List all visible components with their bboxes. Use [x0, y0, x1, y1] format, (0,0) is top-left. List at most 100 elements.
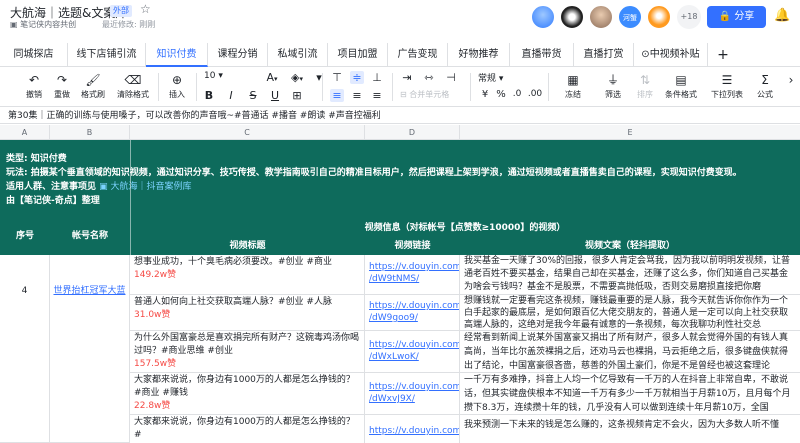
video-title: 想事业成功，十个臭毛病必须要改。#创业 #商业 — [134, 257, 332, 267]
video-link[interactable]: https://v.douyin.com — [369, 300, 459, 312]
star-icon[interactable]: ☆ — [140, 2, 151, 16]
format-brush-button[interactable]: 🖌 格式刷 — [76, 73, 110, 100]
case-library-link[interactable]: ▣ 大航海｜抖音案例库 — [99, 182, 191, 192]
align-center-icon[interactable]: ≡ — [350, 89, 364, 102]
tab-1[interactable]: 同城探店 — [0, 43, 68, 67]
avatar[interactable] — [531, 5, 555, 29]
video-link-cell[interactable]: https://v.douyin.com/dW9tNMS/ — [365, 255, 460, 295]
number-format-select[interactable]: 常规 ▾ — [478, 71, 518, 84]
video-title-cell[interactable]: 想事业成功，十个臭毛病必须要改。#创业 #商业 149.2w赞 — [130, 255, 365, 295]
video-copy-cell[interactable]: 我买基金一天赚了30%的回报，很多人肯定会骂我，因为我以前明明发视频，让普通老百… — [460, 255, 800, 295]
dropdown-list-button[interactable]: ☰ 下拉列表 — [708, 73, 746, 100]
tab-11[interactable]: ⊙中视频补贴 — [634, 43, 708, 67]
border-button[interactable]: ⊞ — [288, 89, 306, 102]
decimal-decrease-icon[interactable]: .0 — [510, 89, 524, 99]
video-title-cell[interactable]: 普通人如何向上社交获取高端人脉？#创业 #人脉 31.0w赞 — [130, 295, 365, 331]
align-right-icon[interactable]: ≡ — [370, 89, 384, 102]
video-title-cell[interactable]: 大家都来说说，你身边有1000万的人都是怎么挣钱的？#商业 #赚钱 22.8w赞 — [130, 373, 365, 415]
bell-icon[interactable]: 🔔 — [774, 8, 790, 23]
video-copy-cell[interactable]: 经常看到新闻上说某外国富豪又捐出了所有财产，很多人就会觉得外国的有钱人真高尚，当… — [460, 331, 800, 373]
overflow-icon[interactable]: ⇿ — [422, 71, 436, 84]
redo-button[interactable]: ↷ 重做 — [48, 73, 76, 100]
add-sheet-button[interactable]: + — [708, 43, 738, 67]
merge-icon: ⊟ — [400, 90, 410, 99]
type-line: 类型: 知识付费 — [6, 154, 67, 164]
last-edited: 最近修改: 刚刚 — [102, 20, 156, 29]
font-size-select[interactable]: 10 ▾ — [204, 71, 244, 81]
account-name-cell[interactable]: 世界抬杠冠军大蓝 — [50, 255, 130, 443]
formula-button[interactable]: Σ 公式 — [752, 73, 778, 100]
bold-button[interactable]: B — [204, 89, 214, 102]
font-size-value: 10 — [204, 71, 216, 81]
column-header-d[interactable]: D — [365, 125, 460, 140]
account-name-link[interactable]: 世界抬杠冠军大蓝 — [53, 286, 125, 296]
wrap-icon[interactable]: ⇥ — [400, 71, 414, 84]
cond-format-label: 条件格式 — [665, 90, 697, 99]
video-title-cell[interactable]: 为什么外国富豪总是喜欢捐完所有财产？这碗毒鸡汤你喝过吗？#商业思维 #创业 157… — [130, 331, 365, 373]
video-link[interactable]: https://v.douyin.com — [369, 425, 459, 437]
tab-6[interactable]: 项目加盟 — [328, 43, 388, 67]
video-link-cell[interactable]: https://v.douyin.com/dWxLwoK/ — [365, 331, 460, 373]
tab-5[interactable]: 私域引流 — [268, 43, 328, 67]
video-link[interactable]: https://v.douyin.com — [369, 261, 459, 273]
tab-2[interactable]: 线下店铺引流 — [68, 43, 146, 67]
formula-bar[interactable]: 第30集｜正确的训练与使用嗓子，可以改善你的声音哦~#普通话 #播音 #朗读 #… — [0, 108, 800, 124]
tab-10[interactable]: 直播打赏 — [574, 43, 634, 67]
tab-4[interactable]: 课程分销 — [208, 43, 268, 67]
video-link[interactable]: /dWxvJ9X/ — [369, 393, 455, 405]
avatar[interactable] — [647, 5, 671, 29]
video-link[interactable]: /dW9goo9/ — [369, 312, 455, 324]
underline-button[interactable]: U — [270, 89, 280, 102]
column-header-b[interactable]: B — [50, 125, 130, 140]
video-copy-cell[interactable]: 想赚钱就一定要看完这条视频，赚钱最重要的是人脉，我今天就告诉你你作为一个白手起家… — [460, 295, 800, 331]
conditional-format-button[interactable]: ▤ 条件格式 — [662, 73, 700, 100]
video-copy-cell[interactable]: 一千万有多难挣，抖音上人均一个亿导致有一千万的人在抖音上非常自卑，不敢说话，但其… — [460, 373, 800, 415]
video-link[interactable]: https://v.douyin.com — [369, 381, 459, 393]
filter-button[interactable]: ⏚ 筛选 — [600, 73, 626, 100]
tab-7[interactable]: 广告变现 — [388, 43, 448, 67]
align-top-icon[interactable]: ⊤ — [330, 71, 344, 84]
strikethrough-button[interactable]: S — [248, 89, 258, 102]
tab-active[interactable]: 知识付费 — [146, 43, 208, 67]
clear-format-button[interactable]: ⌫ 清除格式 — [112, 73, 154, 100]
tab-9[interactable]: 直播带货 — [510, 43, 574, 67]
video-link[interactable]: /dW9tNMS/ — [369, 273, 455, 285]
undo-label: 撤销 — [26, 90, 42, 99]
avatar[interactable] — [589, 5, 613, 29]
share-button[interactable]: 🔒 分享 — [707, 6, 766, 28]
decimal-increase-icon[interactable]: .00 — [526, 89, 544, 99]
align-left-icon[interactable]: ≡ — [330, 89, 344, 102]
insert-button[interactable]: ⊕ 插入 — [162, 73, 192, 100]
more-icon[interactable]: › — [784, 73, 798, 87]
merge-cells-button[interactable]: ⊟ 合并单元格 — [400, 89, 464, 100]
align-bottom-icon[interactable]: ⊥ — [370, 71, 384, 84]
sort-button[interactable]: ⇅ 排序 — [632, 73, 658, 100]
column-header-e[interactable]: E — [460, 125, 800, 140]
fill-color-button[interactable]: ◈▾ — [288, 71, 306, 84]
folder-location[interactable]: ▣ 笔记侠内容共创 — [10, 19, 76, 30]
freeze-button[interactable]: ▦ 冻结 — [560, 73, 586, 100]
clip-icon[interactable]: ⊣ — [444, 71, 458, 84]
column-header-c[interactable]: C — [130, 125, 365, 140]
record-number[interactable]: 4 — [0, 255, 50, 443]
italic-button[interactable]: I — [226, 89, 236, 102]
more-format-button[interactable]: ▾ — [310, 71, 328, 84]
font-color-button[interactable]: A▾ — [263, 71, 281, 84]
like-count: 22.8w赞 — [134, 401, 171, 411]
undo-button[interactable]: ↶ 撤销 — [20, 73, 48, 100]
video-link-cell[interactable]: https://v.douyin.com/dWxvJ9X/ — [365, 373, 460, 415]
video-link-cell[interactable]: https://v.douyin.com/dW9goo9/ — [365, 295, 460, 331]
video-link[interactable]: https://v.douyin.com — [369, 339, 459, 351]
video-title-cell[interactable]: 大家都来说说，你身边有1000万的人都是怎么挣钱的？# — [130, 415, 365, 443]
column-header-a[interactable]: A — [0, 125, 50, 140]
video-link[interactable]: /dWxLwoK/ — [369, 351, 455, 363]
video-copy-cell[interactable]: 我来预测一下未来的钱是怎么赚的，这条视频肯定不会火，因为大多数人听不懂 — [460, 415, 800, 443]
tab-8[interactable]: 好物推荐 — [448, 43, 510, 67]
percent-icon[interactable]: % — [494, 89, 508, 100]
avatar[interactable]: 河蟹 — [618, 5, 642, 29]
video-link-cell[interactable]: https://v.douyin.com — [365, 415, 460, 443]
avatar[interactable] — [560, 5, 584, 29]
align-middle-icon[interactable]: ≑ — [350, 71, 364, 84]
more-collaborators[interactable]: +18 — [677, 5, 701, 29]
currency-icon[interactable]: ¥ — [478, 89, 492, 100]
